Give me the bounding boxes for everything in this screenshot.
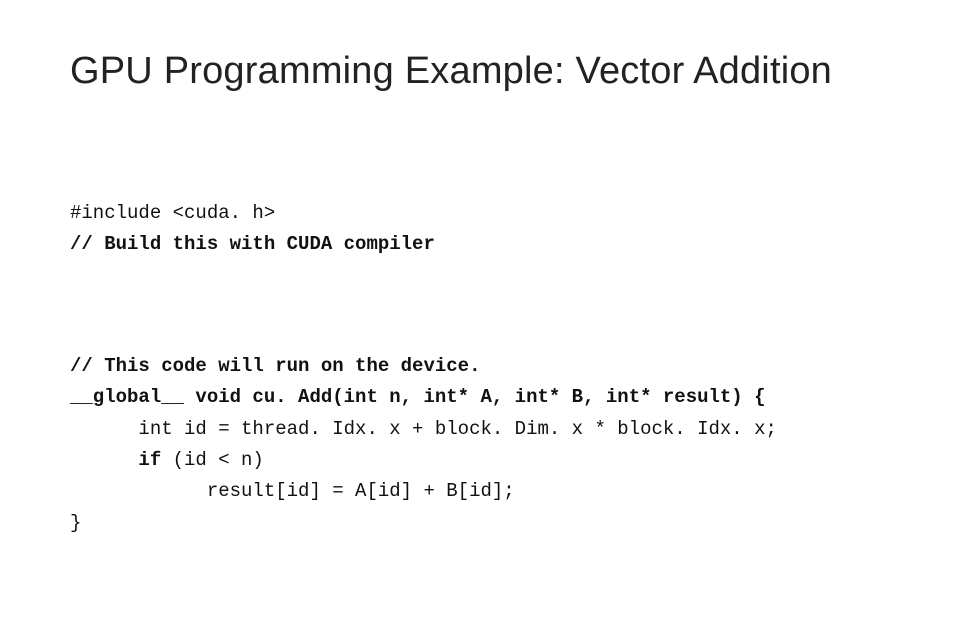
code-block-1: #include <cuda. h> // Build this with CU… (70, 198, 890, 261)
code-line: int id = thread. Idx. x + block. Dim. x … (70, 418, 777, 440)
code-block: #include <cuda. h> // Build this with CU… (70, 135, 890, 630)
slide: GPU Programming Example: Vector Addition… (0, 0, 960, 540)
code-line: __global__ void cu. Add(int n, int* A, i… (70, 386, 766, 408)
code-line: if (70, 449, 161, 471)
code-block-2: // This code will run on the device. __g… (70, 351, 890, 539)
code-line: #include <cuda. h> (70, 202, 275, 224)
code-line: (id < n) (161, 449, 264, 471)
code-line: } (70, 512, 81, 534)
code-line: // This code will run on the device. (70, 355, 480, 377)
code-line: // Build this with CUDA compiler (70, 233, 435, 255)
code-line: result[id] = A[id] + B[id]; (70, 480, 515, 502)
slide-title: GPU Programming Example: Vector Addition (70, 50, 890, 93)
